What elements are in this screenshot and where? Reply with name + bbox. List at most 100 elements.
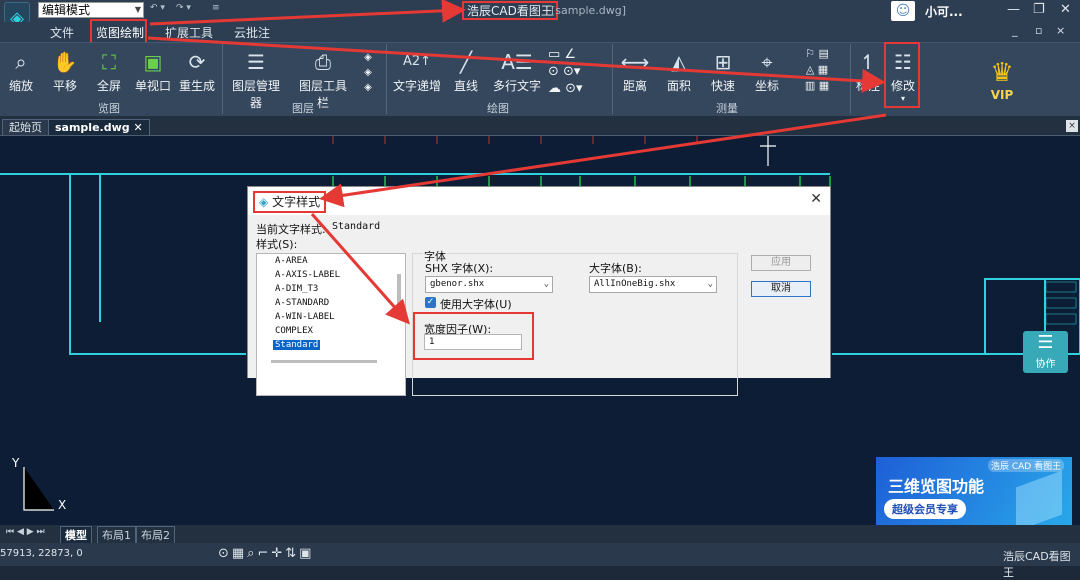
apply-button[interactable]: 应用 [751,255,811,271]
title-block-cell [1045,281,1077,293]
promo-brand: 浩辰 CAD 看图王 [988,459,1065,472]
restore-button[interactable]: ❐ [1033,2,1045,17]
tab-layout1[interactable]: 布局1 [97,526,136,544]
close-button[interactable]: ✕ [1060,2,1071,17]
promo-banner[interactable]: 浩辰 CAD 看图王 三维览图功能 超级会员专享 [876,457,1072,532]
doc-close-button[interactable]: × [1056,24,1065,37]
printer-icon: ⎙ [315,50,331,74]
coordinate-tool[interactable]: ⌖ 坐标 [752,47,782,94]
layout-nav-icon[interactable]: ⏮ ◀ ▶ ⏭ [6,527,45,537]
viewport-icon: ▣ [143,50,163,74]
single-viewport-tool[interactable]: ▣ 单视口 [134,47,172,94]
current-style-label: 当前文字样式: [256,223,326,236]
cancel-button[interactable]: 取消 [751,281,811,297]
avatar[interactable]: ☺ [891,1,915,21]
coordinate-icon: ⌖ [761,50,773,74]
menu-cloud-annotation[interactable]: 云批注 [234,24,270,41]
annotate-icon: ↿ [859,50,877,74]
user-name[interactable]: 小可... [925,3,963,20]
list-item[interactable]: A-STANDARD [275,298,329,308]
vip-label: VIP [990,88,1014,102]
highlight-modify [884,42,920,108]
area-tool[interactable]: ◭ 面积 [664,47,694,94]
area-label: 面积 [666,79,691,93]
list-item-selected[interactable]: Standard [273,340,321,350]
text-increment-icon: A2↑ [402,54,432,69]
width-factor-input[interactable]: 1 [424,334,522,350]
promo-subtitle: 超级会员专享 [884,499,966,519]
text-increment-label: 文字递增 [393,79,442,93]
group-layer: 图层 [292,102,314,115]
pan-label: 平移 [52,79,77,93]
doc-restore-button[interactable]: ▫ [1035,24,1042,37]
list-item[interactable]: COMPLEX [275,326,313,336]
measure-small-tools[interactable]: ⚐ ▤ ◬ ▦ ▥ ▦ [792,46,842,94]
menu-extension-tools[interactable]: 扩展工具 [165,24,213,41]
minimize-button[interactable]: — [1007,2,1020,17]
chat-icon: ☰ [1037,332,1054,353]
pan-tool[interactable]: ✋ 平移 [50,47,80,94]
close-icon[interactable]: ✕ [133,121,142,134]
undo-icon[interactable]: ↶ ▾ [150,3,165,13]
customize-icon[interactable]: ≡ [212,3,220,13]
title-block-cell [1045,297,1077,309]
use-big-font-checkbox[interactable]: ✓ [425,297,436,308]
axis-x-label: X [58,498,67,512]
tab-model[interactable]: 模型 [60,526,92,544]
tab-start[interactable]: 起始页 [2,119,49,135]
annotate-tool[interactable]: ↿ 标注 [855,47,881,94]
collaborate-label: 协作 [1035,359,1056,370]
close-icon[interactable]: × [1066,120,1078,132]
draw-small-tools[interactable]: ▭ ∠ ⊙ ⊙▾ ☁ ⊙▾ [548,46,606,97]
redo-icon[interactable]: ↷ ▾ [176,3,191,13]
list-scrollbar[interactable] [397,274,401,318]
list-item[interactable]: A-AXIS-LABEL [275,270,340,280]
hand-icon: ✋ [52,50,78,74]
close-icon[interactable]: ✕ [810,191,822,207]
styles-list[interactable]: A-AREA A-AXIS-LABEL A-DIM_T3 A-STANDARD … [256,253,406,396]
layer-manager-tool[interactable]: ☰ 图层管理器 [228,47,284,111]
zoom-tool[interactable]: ⌕ 缩放 [6,47,36,94]
layer-small-icon: ◈ ◈ ◈ [364,52,372,93]
dialog-body: 当前文字样式: Standard 样式(S): A-AREA A-AXIS-LA… [248,215,830,396]
line-tool[interactable]: ╱ 直线 [452,47,480,94]
big-font-select[interactable]: AllInOneBig.shx ⌄ [589,276,717,293]
list-item[interactable]: A-WIN-LABEL [275,312,335,322]
promo-3d-graphic [1016,470,1062,532]
text-increment-tool[interactable]: A2↑ 文字递增 [393,47,441,94]
current-style-value: Standard [332,221,381,232]
coordinate-label: 坐标 [754,79,779,93]
group-measure: 测量 [716,102,738,115]
line-icon: ╱ [459,50,473,74]
line-label: 直线 [453,79,478,93]
single-viewport-label: 单视口 [134,79,171,93]
menu-file[interactable]: 文件 [50,24,74,41]
app-logo-icon: ◈ [259,195,269,209]
tab-layout2[interactable]: 布局2 [136,526,175,544]
use-big-font-label: 使用大字体(U) [440,298,512,311]
mode-select[interactable]: 编辑模式 ▼ [38,2,144,18]
fullscreen-tool[interactable]: ⛶ 全屏 [94,47,124,94]
doc-minimize-button[interactable]: _ [1012,24,1018,37]
chevron-down-icon: ⌄ [707,279,713,289]
list-item[interactable]: A-DIM_T3 [275,284,318,294]
big-font-label: 大字体(B): [589,262,642,275]
zoom-label: 缩放 [8,79,33,93]
snap-tools-icons[interactable]: ⊙▦⌕⌐✛⇅▣ [218,546,314,561]
group-browse: 览图 [98,102,120,115]
mtext-tool[interactable]: A☰ 多行文字 [492,47,542,94]
axis-y-label: Y [12,456,20,470]
draw-small-icons: ▭ ∠ ⊙ ⊙▾ ☁ ⊙▾ [548,47,583,96]
quick-measure-tool[interactable]: ⊞ 快速 [708,47,738,94]
list-hscrollbar[interactable] [271,360,377,363]
distance-tool[interactable]: ⟷ 距离 [620,47,650,94]
layer-small-tools[interactable]: ◈ ◈ ◈ [360,50,376,95]
collaborate-button[interactable]: ☰ 协作 [1023,331,1068,373]
promo-title: 三维览图功能 [888,477,985,496]
vip-button[interactable]: ♛ VIP [974,58,1030,102]
annotate-label: 标注 [855,79,880,93]
regen-tool[interactable]: ⟳ 重生成 [178,47,216,94]
tab-sample-dwg[interactable]: sample.dwg ✕ [48,119,150,135]
list-item[interactable]: A-AREA [275,256,308,266]
shx-font-select[interactable]: gbenor.shx ⌄ [425,276,553,293]
